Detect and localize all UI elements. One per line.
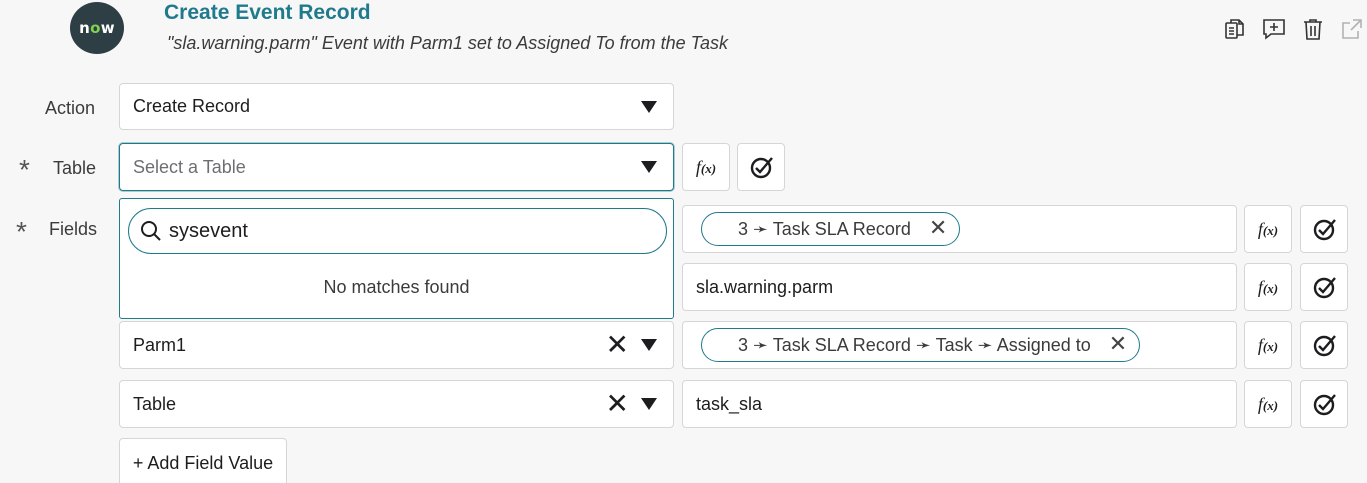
field-value-3[interactable]: 3 ➛ Task SLA Record ➛ Task ➛ Assigned to… <box>682 321 1237 369</box>
action-value: Create Record <box>133 96 251 116</box>
data-pill-picker-icon <box>750 157 773 179</box>
chevron-down-icon <box>641 100 657 113</box>
table-search-box[interactable] <box>128 208 667 254</box>
servicenow-logo: now <box>70 2 124 54</box>
data-pill-picker-icon <box>1313 277 1336 299</box>
data-pill-picker-icon <box>1313 335 1336 357</box>
table-placeholder: Select a Table <box>133 156 246 177</box>
function-icon: f(x) <box>1257 218 1279 239</box>
table-data-pill-button[interactable] <box>737 143 785 191</box>
field-data-pill-button-2[interactable] <box>1300 263 1348 311</box>
trash-icon[interactable] <box>1300 16 1325 42</box>
clear-icon[interactable]: ✕ <box>606 331 629 359</box>
add-comment-icon[interactable] <box>1261 16 1286 42</box>
field-value-4[interactable]: task_sla <box>682 380 1237 428</box>
table-label: Table <box>53 158 97 178</box>
data-pill-picker-icon <box>1313 219 1336 241</box>
chevron-down-icon <box>641 161 657 173</box>
field-script-button-4[interactable]: f(x) <box>1244 380 1292 428</box>
field-name-value: Parm1 <box>133 334 187 355</box>
field-name-select-3[interactable]: Parm1 ✕ <box>119 321 674 369</box>
remove-pill-icon[interactable]: ✕ <box>1109 334 1127 356</box>
copy-icon[interactable] <box>1222 16 1247 42</box>
data-pill[interactable]: 3 ➛ Task SLA Record ✕ <box>701 212 961 246</box>
data-pill[interactable]: 3 ➛ Task SLA Record ➛ Task ➛ Assigned to… <box>701 328 1141 362</box>
step-title: Create Event Record <box>164 1 371 24</box>
chevron-down-icon <box>641 398 657 410</box>
field-script-button-1[interactable]: f(x) <box>1244 205 1292 253</box>
no-matches-message: No matches found <box>323 277 470 297</box>
action-label: Action <box>45 98 96 118</box>
field-script-button-3[interactable]: f(x) <box>1244 321 1292 369</box>
step-toolbar <box>1222 16 1364 42</box>
field-name-value: Table <box>133 393 177 414</box>
function-icon: f(x) <box>1257 334 1279 355</box>
add-field-value-button[interactable]: + Add Field Value <box>119 438 287 483</box>
field-data-pill-button-3[interactable] <box>1300 321 1348 369</box>
field-value-2[interactable]: sla.warning.parm <box>682 263 1237 311</box>
field-value-text: task_sla <box>696 393 763 414</box>
step-description: "sla.warning.parm" Event with Parm1 set … <box>167 33 729 53</box>
function-icon: f(x) <box>1257 276 1279 297</box>
field-script-button-2[interactable]: f(x) <box>1244 263 1292 311</box>
remove-pill-icon[interactable]: ✕ <box>929 218 947 240</box>
external-link-icon <box>1339 16 1364 42</box>
required-icon: * <box>19 154 30 185</box>
required-icon: * <box>16 216 27 247</box>
field-value-text: sla.warning.parm <box>696 276 834 297</box>
fields-label: Fields <box>49 219 98 239</box>
table-script-button[interactable]: f(x) <box>682 143 730 191</box>
search-icon <box>141 221 161 241</box>
table-select[interactable]: Select a Table <box>119 143 674 191</box>
field-data-pill-button-1[interactable] <box>1300 205 1348 253</box>
action-select[interactable]: Create Record <box>119 83 674 130</box>
data-pill-picker-icon <box>1313 394 1336 416</box>
field-name-select-4[interactable]: Table ✕ <box>119 380 674 428</box>
function-icon: f(x) <box>695 156 717 177</box>
clear-icon[interactable]: ✕ <box>606 390 629 418</box>
table-search-input[interactable] <box>169 219 649 243</box>
field-data-pill-button-4[interactable] <box>1300 380 1348 428</box>
table-dropdown: No matches found <box>119 198 674 319</box>
chevron-down-icon <box>641 339 657 351</box>
field-value-1[interactable]: 3 ➛ Task SLA Record ✕ <box>682 205 1237 253</box>
function-icon: f(x) <box>1257 393 1279 414</box>
